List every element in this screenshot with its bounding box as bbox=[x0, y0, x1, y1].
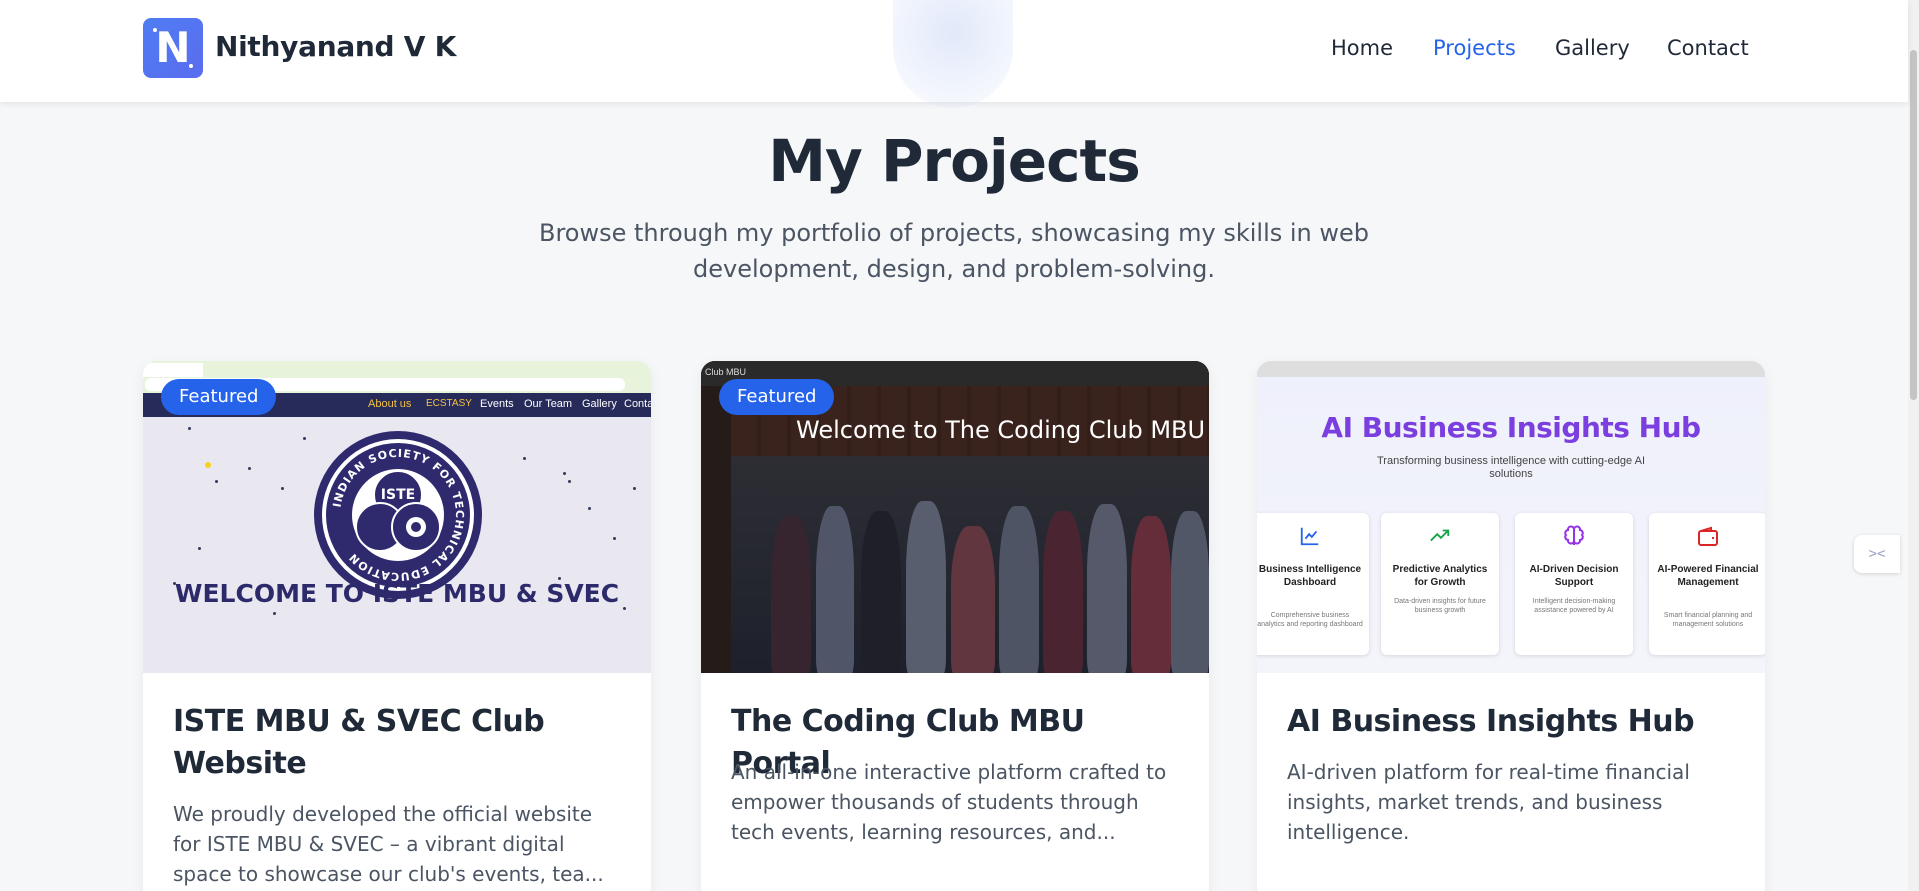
feature-title: AI-Powered Financial Management bbox=[1657, 564, 1759, 588]
project-description: We proudly developed the official websit… bbox=[173, 802, 604, 886]
project-card-iste[interactable]: About us ECSTASY Events Our Team Gallery… bbox=[143, 361, 651, 891]
project-description: An all-in-one interactive platform craft… bbox=[731, 760, 1167, 844]
feature-title: Business Intelligence Dashboard bbox=[1258, 564, 1362, 588]
wallet-icon bbox=[1649, 525, 1765, 556]
preview-nav-link: ECSTASY bbox=[426, 398, 472, 409]
feature-title: AI-Driven Decision Support bbox=[1529, 564, 1619, 588]
iste-seal-icon: ISTE INDIAN SOCIETY FOR TECHNICAL EDUCAT… bbox=[314, 431, 482, 599]
nav-gallery[interactable]: Gallery bbox=[1555, 36, 1630, 60]
page-subtitle: Browse through my portfolio of projects,… bbox=[538, 219, 1369, 283]
browser-chrome bbox=[1257, 361, 1765, 377]
logo-dot bbox=[153, 28, 157, 32]
logo-dot bbox=[189, 64, 193, 68]
logo-letter: N bbox=[155, 23, 191, 72]
project-title[interactable]: ISTE MBU & SVEC Club Website bbox=[173, 701, 623, 785]
preview-tab-text: Club MBU bbox=[705, 367, 747, 377]
featured-badge: Featured bbox=[719, 379, 835, 415]
project-preview-image[interactable]: AI Business Insights Hub Transforming bu… bbox=[1257, 361, 1765, 673]
feature-card: Predictive Analytics for Growth Data-dri… bbox=[1381, 513, 1499, 655]
svg-text:ISTE: ISTE bbox=[381, 487, 415, 503]
preview-nav-link: Gallery bbox=[582, 398, 617, 410]
preview-welcome-text: Welcome to The Coding Club MBU bbox=[796, 416, 1206, 444]
page-title: My Projects bbox=[768, 127, 1141, 195]
feature-card: AI-Powered Financial Management Smart fi… bbox=[1649, 513, 1765, 655]
preview-nav-link: Our Team bbox=[524, 398, 573, 410]
preview-nav-link: Events bbox=[480, 398, 514, 410]
project-title[interactable]: AI Business Insights Hub bbox=[1287, 701, 1737, 743]
feature-card: Business Intelligence Dashboard Comprehe… bbox=[1257, 513, 1369, 655]
brain-icon bbox=[1515, 525, 1633, 556]
preview-nav-link: About us bbox=[368, 398, 412, 410]
featured-badge: Featured bbox=[161, 379, 277, 415]
feature-desc: Smart financial planning and management … bbox=[1663, 612, 1753, 628]
project-card-coding-club[interactable]: Club MBU Welcome to The Coding Club MBU … bbox=[701, 361, 1209, 891]
preview-nav-link: Conta bbox=[624, 398, 651, 410]
trending-up-icon bbox=[1381, 525, 1499, 554]
scrollbar-thumb[interactable] bbox=[1910, 50, 1917, 400]
project-preview-image[interactable]: Club MBU Welcome to The Coding Club MBU … bbox=[701, 361, 1209, 673]
feature-desc: Data-driven insights for future business… bbox=[1394, 598, 1486, 614]
logo-icon[interactable]: N bbox=[143, 18, 203, 78]
project-description: AI-driven platform for real-time financi… bbox=[1287, 760, 1690, 844]
preview-body: ISTE INDIAN SOCIETY FOR TECHNICAL EDUCAT… bbox=[143, 417, 651, 673]
site-header: N Nithyanand V K Home Projects Gallery C… bbox=[0, 0, 1908, 102]
feature-title: Predictive Analytics for Growth bbox=[1392, 564, 1488, 588]
browser-tab bbox=[143, 363, 203, 377]
project-preview-image[interactable]: About us ECSTASY Events Our Team Gallery… bbox=[143, 361, 651, 673]
nav-home[interactable]: Home bbox=[1331, 36, 1393, 60]
preview-title: AI Business Insights Hub bbox=[1321, 411, 1701, 444]
code-toggle-icon[interactable]: >< bbox=[1854, 535, 1900, 573]
preview-subtitle: Transforming business intelligence with … bbox=[1376, 455, 1645, 480]
chart-line-icon bbox=[1257, 525, 1369, 554]
nav-contact[interactable]: Contact bbox=[1667, 36, 1749, 60]
nav-projects[interactable]: Projects bbox=[1433, 36, 1516, 60]
preview-welcome-text: WELCOME TO ISTE MBU & SVEC bbox=[174, 579, 620, 608]
brand-name[interactable]: Nithyanand V K bbox=[215, 30, 456, 63]
project-card-ai-insights[interactable]: AI Business Insights Hub Transforming bu… bbox=[1257, 361, 1765, 891]
feature-desc: Comprehensive business analytics and rep… bbox=[1257, 612, 1363, 628]
page-scrollbar[interactable] bbox=[1908, 0, 1919, 891]
feature-card: AI-Driven Decision Support Intelligent d… bbox=[1515, 513, 1633, 655]
feature-desc: Intelligent decision-making assistance p… bbox=[1532, 598, 1616, 614]
